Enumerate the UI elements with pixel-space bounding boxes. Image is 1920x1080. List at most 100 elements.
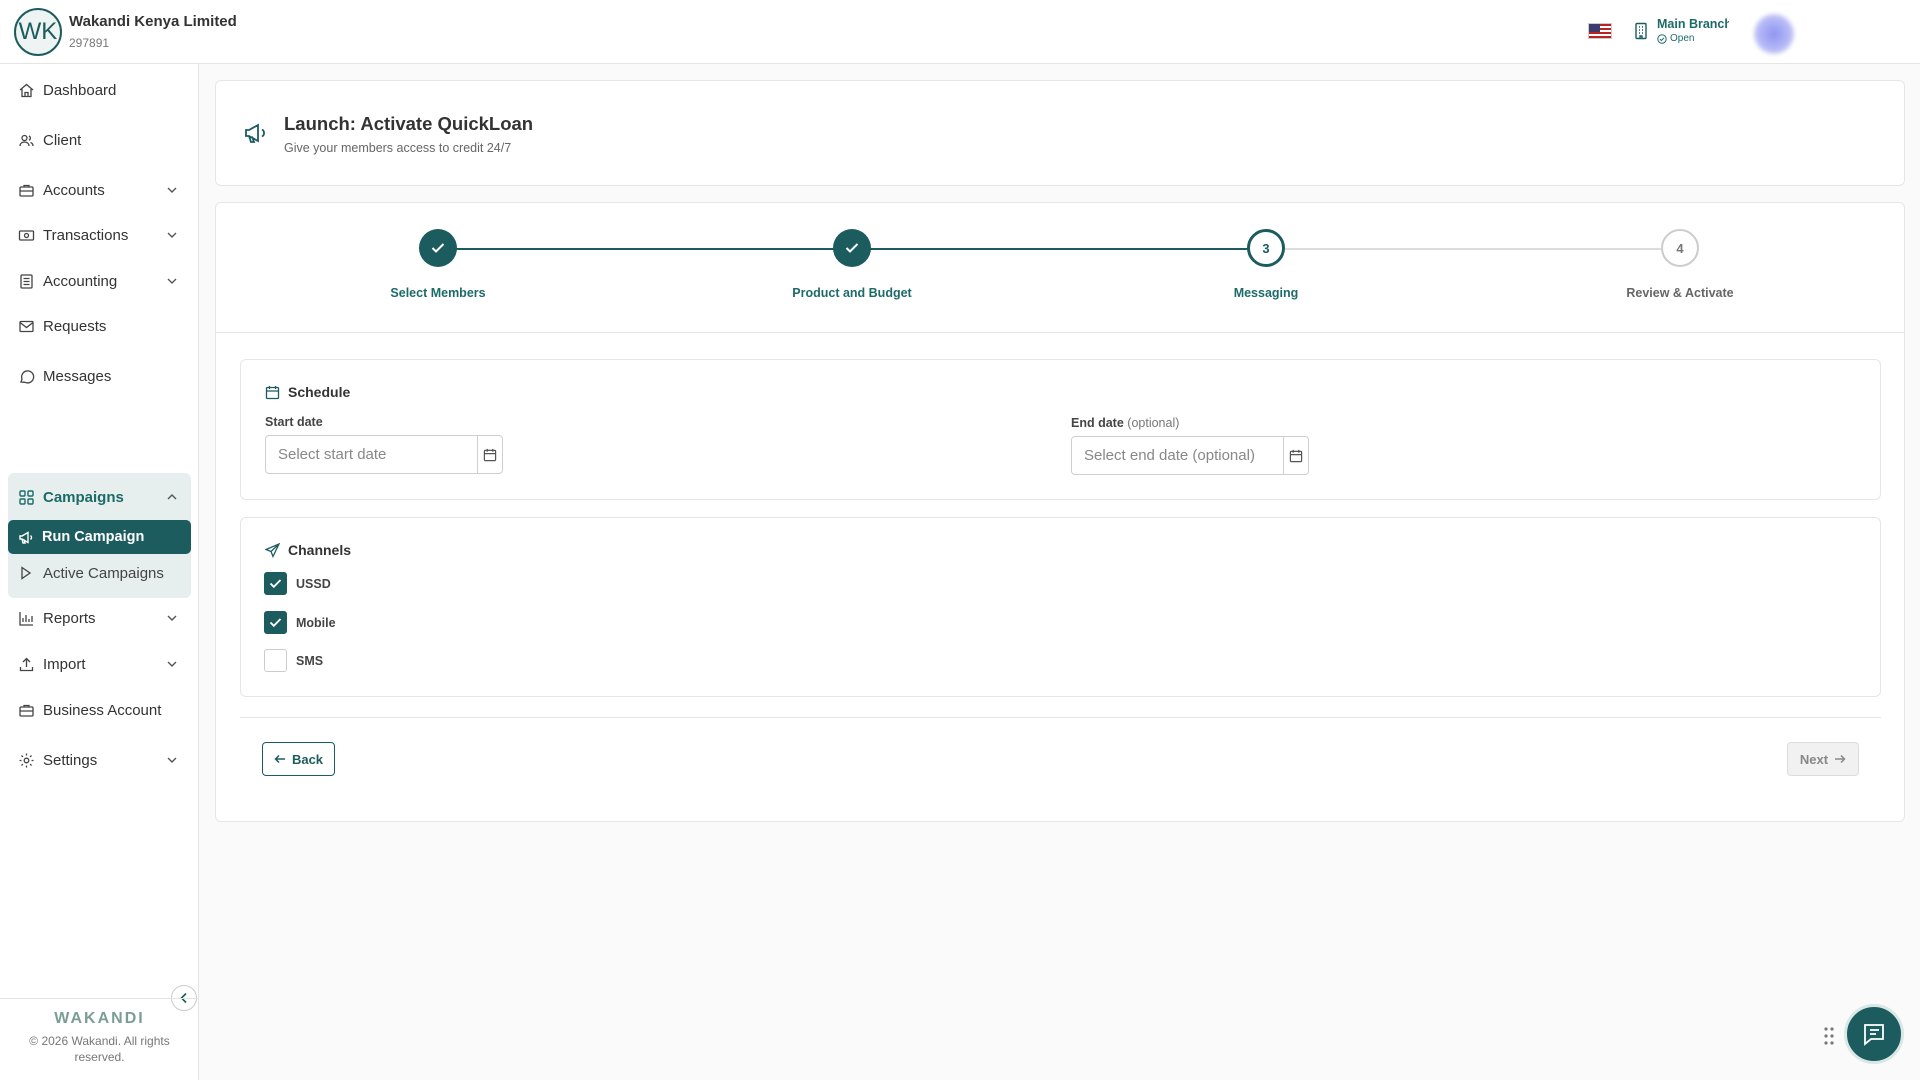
chevron-down-icon: [167, 187, 177, 193]
branch-name[interactable]: Main Branch: [1657, 17, 1729, 31]
step-label: Product and Budget: [792, 286, 912, 300]
sidebar-item-requests[interactable]: Requests: [8, 306, 191, 346]
grid-icon: [19, 489, 34, 505]
calendar-icon[interactable]: [1283, 437, 1308, 474]
channels-section: Channels USSD Mobile SMS: [240, 517, 1881, 697]
sidebar-item-reports[interactable]: Reports: [8, 598, 191, 638]
bar-chart-icon: [19, 611, 33, 626]
check-icon: [269, 579, 282, 589]
chevron-down-icon: [167, 278, 177, 284]
sidebar-item-business-account[interactable]: Business Account: [8, 690, 191, 730]
chat-icon: [20, 369, 35, 384]
back-label: Back: [291, 751, 324, 767]
sidebar-item-active-campaigns[interactable]: Active Campaigns: [8, 557, 191, 589]
chevron-down-icon: [167, 615, 177, 621]
end-date-label: End date (optional): [1071, 416, 1179, 430]
megaphone-icon: [244, 121, 270, 150]
chevron-down-icon: [167, 757, 177, 763]
sidebar-item-campaigns[interactable]: Campaigns: [8, 473, 191, 521]
sidebar-item-label: Reports: [43, 609, 96, 627]
checkbox-checked[interactable]: [264, 572, 287, 595]
next-label: Next: [1799, 751, 1829, 767]
megaphone-icon: [19, 530, 33, 544]
checkbox-checked[interactable]: [264, 611, 287, 634]
home-icon: [19, 83, 34, 97]
sidebar-item-label: Client: [43, 131, 82, 149]
chevron-down-icon: [167, 232, 177, 238]
sidebar-item-settings[interactable]: Settings: [8, 740, 191, 780]
campaigns-group: Campaigns Run Campaign Active Campaigns: [8, 473, 191, 598]
branch-status-label: Open: [1670, 33, 1695, 44]
sidebar-item-label: Requests: [43, 317, 107, 335]
next-button[interactable]: Next: [1787, 742, 1859, 776]
sidebar-item-label: Run Campaign: [42, 529, 145, 545]
chat-icon: [1864, 1024, 1884, 1046]
org-avatar[interactable]: WK: [14, 8, 62, 56]
channel-label: USSD: [296, 576, 331, 591]
sidebar-item-dashboard[interactable]: Dashboard: [8, 70, 191, 110]
chat-support-button[interactable]: [1844, 1004, 1904, 1064]
channel-label: SMS: [296, 653, 324, 668]
channel-mobile[interactable]: Mobile: [264, 611, 336, 634]
calendar-icon: [265, 385, 280, 399]
org-name: Wakandi Kenya Limited: [69, 13, 237, 30]
top-header: WK Wakandi Kenya Limited 297891 Main Bra…: [0, 0, 1920, 64]
step-4-pending[interactable]: 4: [1661, 229, 1699, 267]
sidebar: Dashboard Client Accounts Transactions A…: [0, 64, 199, 1080]
schedule-heading: Schedule: [265, 384, 350, 400]
page-title: Launch: Activate QuickLoan: [284, 113, 534, 134]
sidebar-item-label: Transactions: [43, 226, 129, 244]
schedule-section: Schedule Start date End date (optional): [240, 359, 1881, 500]
play-icon: [21, 566, 32, 580]
cash-icon: [18, 229, 35, 241]
user-avatar[interactable]: [1754, 14, 1794, 54]
sidebar-item-accounts[interactable]: Accounts: [8, 170, 191, 210]
start-date-field: [265, 435, 503, 474]
channel-sms[interactable]: SMS: [264, 649, 323, 672]
brand-logo: WAKANDI: [54, 1010, 145, 1027]
calendar-icon[interactable]: [477, 436, 502, 473]
sidebar-item-label: Settings: [43, 751, 98, 769]
sidebar-item-label: Accounting: [43, 272, 118, 290]
branch-status: Open: [1657, 33, 1694, 44]
sidebar-item-run-campaign[interactable]: Run Campaign: [8, 520, 191, 554]
check-circle-icon: [1657, 33, 1667, 44]
end-date-input[interactable]: [1072, 437, 1283, 474]
drag-handle-icon[interactable]: [1824, 1027, 1834, 1050]
briefcase-icon: [19, 184, 34, 197]
channels-title: Channels: [288, 542, 352, 558]
back-button[interactable]: Back: [262, 742, 335, 776]
channel-ussd[interactable]: USSD: [264, 572, 331, 595]
sidebar-item-accounting[interactable]: Accounting: [8, 261, 191, 301]
start-date-input[interactable]: [266, 436, 477, 473]
launch-header-card: Launch: Activate QuickLoan Give your mem…: [215, 80, 1905, 186]
sidebar-item-transactions[interactable]: Transactions: [8, 215, 191, 255]
copyright: © 2026 Wakandi. All rights reserved.: [29, 1034, 170, 1064]
sidebar-item-label: Active Campaigns: [43, 564, 164, 582]
upload-icon: [19, 657, 34, 671]
sidebar-item-messages[interactable]: Messages: [8, 356, 191, 396]
ledger-icon: [20, 273, 33, 289]
org-id: 297891: [69, 36, 110, 50]
step-label: Review & Activate: [1626, 286, 1734, 300]
sidebar-item-import[interactable]: Import: [8, 644, 191, 684]
end-date-field: [1071, 436, 1309, 475]
check-icon: [269, 618, 282, 628]
channels-heading: Channels: [265, 542, 351, 558]
step-connector: [1281, 248, 1695, 250]
step-1-complete[interactable]: [419, 229, 457, 267]
us-flag-icon[interactable]: [1588, 23, 1612, 39]
sidebar-item-label: Business Account: [43, 701, 162, 719]
step-2-complete[interactable]: [833, 229, 871, 267]
mail-icon: [19, 320, 34, 332]
step-label: Select Members: [390, 286, 486, 300]
step-3-current[interactable]: 3: [1247, 229, 1285, 267]
sidebar-item-label: Import: [43, 655, 86, 673]
step-label: Messaging: [1233, 286, 1299, 300]
chevron-down-icon: [167, 661, 177, 667]
checkbox-unchecked[interactable]: [264, 649, 287, 672]
sidebar-item-client[interactable]: Client: [8, 120, 191, 160]
briefcase-icon: [19, 704, 34, 717]
start-date-label: Start date: [265, 415, 323, 429]
users-icon: [19, 134, 34, 146]
